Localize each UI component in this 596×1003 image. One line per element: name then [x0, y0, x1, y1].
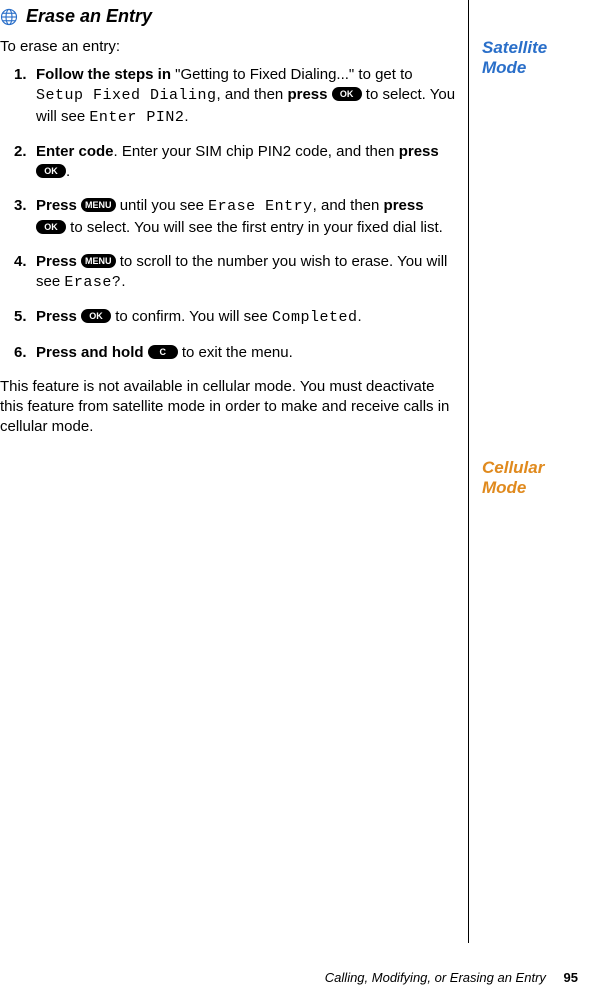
- step-lead: Follow the steps in: [36, 66, 171, 83]
- step-text: .: [184, 108, 188, 125]
- step-body: Enter code. Enter your SIM chip PIN2 cod…: [36, 142, 456, 183]
- step-body: Press MENU until you see Erase Entry, an…: [36, 196, 456, 238]
- step-text: .: [357, 308, 361, 325]
- step-item: 5. Press OK to confirm. You will see Com…: [0, 307, 456, 328]
- step-item: 6. Press and hold C to exit the menu.: [0, 343, 456, 363]
- lcd-text: Enter PIN2: [89, 109, 184, 126]
- lcd-text: Setup Fixed Dialing: [36, 87, 217, 104]
- step-body: Follow the steps in "Getting to Fixed Di…: [36, 65, 456, 128]
- step-bold: press: [384, 197, 424, 214]
- step-lead: Press: [36, 253, 77, 270]
- menu-key-icon: MENU: [81, 254, 116, 268]
- lcd-text: Erase?: [64, 274, 121, 291]
- step-body: Press OK to confirm. You will see Comple…: [36, 307, 456, 328]
- step-item: 2. Enter code. Enter your SIM chip PIN2 …: [0, 142, 456, 183]
- step-bold: press: [399, 143, 439, 160]
- globe-icon: [0, 8, 18, 26]
- step-text: to select. You will see the first entry …: [66, 219, 443, 236]
- step-number: 6.: [0, 343, 36, 363]
- step-item: 1. Follow the steps in "Getting to Fixed…: [0, 65, 456, 128]
- section-heading: Erase an Entry: [0, 6, 152, 27]
- step-text: until you see: [116, 197, 209, 214]
- step-text: , and then: [313, 197, 384, 214]
- c-key-icon: C: [148, 345, 178, 359]
- ok-key-icon: OK: [332, 87, 362, 101]
- step-item: 3. Press MENU until you see Erase Entry,…: [0, 196, 456, 238]
- step-body: Press MENU to scroll to the number you w…: [36, 252, 456, 294]
- step-text: to confirm. You will see: [111, 308, 272, 325]
- page-footer: Calling, Modifying, or Erasing an Entry …: [325, 970, 578, 985]
- step-lead: Enter code: [36, 143, 114, 160]
- step-text: . Enter your SIM chip PIN2 code, and the…: [114, 143, 399, 160]
- section-title: Erase an Entry: [26, 6, 152, 27]
- page-number: 95: [564, 970, 578, 985]
- menu-key-icon: MENU: [81, 198, 116, 212]
- step-text: .: [66, 163, 70, 180]
- lcd-text: Completed: [272, 309, 358, 326]
- step-number: 2.: [0, 142, 36, 183]
- ok-key-icon: OK: [36, 164, 66, 178]
- step-number: 4.: [0, 252, 36, 294]
- step-number: 1.: [0, 65, 36, 128]
- step-lead: Press: [36, 197, 77, 214]
- intro-text: To erase an entry:: [0, 38, 456, 55]
- footer-text: Calling, Modifying, or Erasing an Entry: [325, 970, 546, 985]
- ok-key-icon: OK: [36, 220, 66, 234]
- step-number: 5.: [0, 307, 36, 328]
- step-text: .: [121, 273, 125, 290]
- sidebar-cellular-mode: Cellular Mode: [482, 458, 582, 499]
- step-bold: press: [287, 86, 327, 103]
- steps-list: 1. Follow the steps in "Getting to Fixed…: [0, 65, 456, 363]
- step-body: Press and hold C to exit the menu.: [36, 343, 456, 363]
- step-text: "Getting to Fixed Dialing..." to get to: [171, 66, 413, 83]
- lcd-text: Erase Entry: [208, 198, 313, 215]
- step-text: to exit the menu.: [178, 344, 293, 361]
- sidebar-satellite-mode: Satellite Mode: [482, 38, 582, 79]
- vertical-rule: [468, 0, 469, 943]
- step-number: 3.: [0, 196, 36, 238]
- ok-key-icon: OK: [81, 309, 111, 323]
- step-lead: Press: [36, 308, 77, 325]
- step-item: 4. Press MENU to scroll to the number yo…: [0, 252, 456, 294]
- step-text: , and then: [217, 86, 288, 103]
- step-lead: Press and hold: [36, 344, 144, 361]
- cellular-note: This feature is not available in cellula…: [0, 377, 456, 438]
